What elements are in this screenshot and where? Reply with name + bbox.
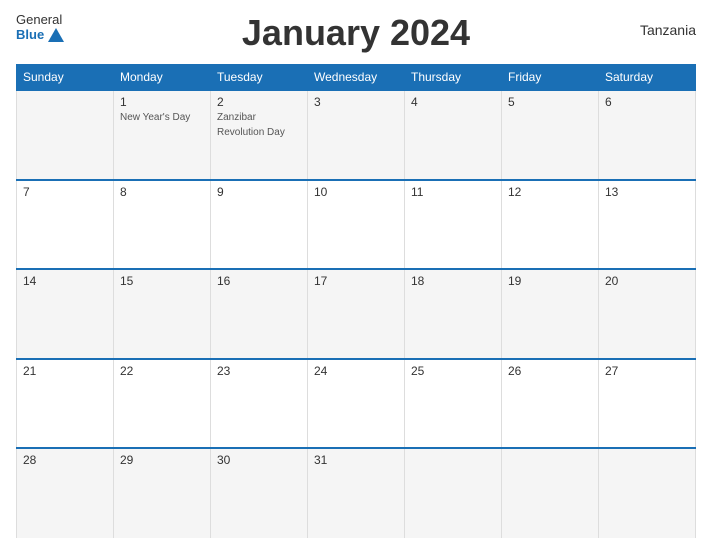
calendar-body: 1 New Year's Day 2 Zanzibar Revolution Day 3…: [17, 90, 696, 538]
header-tuesday: Tuesday: [211, 65, 308, 91]
day-number: 8: [120, 185, 204, 199]
day-number: 19: [508, 274, 592, 288]
day-number: 27: [605, 364, 689, 378]
calendar-week-row-4: 21 22 23 24 25 26 27: [17, 359, 696, 449]
calendar-cell: [502, 448, 599, 538]
calendar-cell: 5: [502, 90, 599, 180]
day-number: 23: [217, 364, 301, 378]
header-monday: Monday: [114, 65, 211, 91]
calendar-wrapper: General Blue January 2024 Tanzania Sunda…: [0, 0, 712, 550]
calendar-cell: 2 Zanzibar Revolution Day: [211, 90, 308, 180]
day-number: 1: [120, 95, 204, 109]
day-number: 22: [120, 364, 204, 378]
day-number: 4: [411, 95, 495, 109]
header-friday: Friday: [502, 65, 599, 91]
logo-blue: Blue: [16, 27, 64, 42]
day-number: 10: [314, 185, 398, 199]
day-number: 24: [314, 364, 398, 378]
calendar-cell: 12: [502, 180, 599, 270]
calendar-cell: 19: [502, 269, 599, 359]
day-number: 5: [508, 95, 592, 109]
calendar-cell: 16: [211, 269, 308, 359]
day-number: 2: [217, 95, 301, 109]
holiday-name: New Year's Day: [120, 112, 190, 123]
day-number: 29: [120, 453, 204, 467]
header-thursday: Thursday: [405, 65, 502, 91]
calendar-table: Sunday Monday Tuesday Wednesday Thursday…: [16, 64, 696, 538]
day-number: 12: [508, 185, 592, 199]
calendar-cell: 20: [599, 269, 696, 359]
day-number: 20: [605, 274, 689, 288]
calendar-cell: 14: [17, 269, 114, 359]
day-number: 25: [411, 364, 495, 378]
calendar-cell: 9: [211, 180, 308, 270]
calendar-cell: 4: [405, 90, 502, 180]
calendar-header: General Blue January 2024 Tanzania: [16, 12, 696, 54]
header-sunday: Sunday: [17, 65, 114, 91]
day-number: 18: [411, 274, 495, 288]
day-number: 7: [23, 185, 107, 199]
day-number: 6: [605, 95, 689, 109]
calendar-cell: [599, 448, 696, 538]
calendar-cell: 27: [599, 359, 696, 449]
day-number: 16: [217, 274, 301, 288]
calendar-cell: 8: [114, 180, 211, 270]
calendar-week-row-5: 28 29 30 31: [17, 448, 696, 538]
day-number: 15: [120, 274, 204, 288]
calendar-cell: 18: [405, 269, 502, 359]
calendar-cell: 23: [211, 359, 308, 449]
day-number: 31: [314, 453, 398, 467]
calendar-cell: 15: [114, 269, 211, 359]
header-wednesday: Wednesday: [308, 65, 405, 91]
day-number: 9: [217, 185, 301, 199]
calendar-title: January 2024: [242, 12, 470, 54]
calendar-cell: 10: [308, 180, 405, 270]
calendar-cell: 24: [308, 359, 405, 449]
country-label: Tanzania: [640, 22, 696, 38]
calendar-week-row-2: 789 10 11 12 13: [17, 180, 696, 270]
calendar-cell: 11: [405, 180, 502, 270]
calendar-cell: 7: [17, 180, 114, 270]
calendar-cell: 31: [308, 448, 405, 538]
header-saturday: Saturday: [599, 65, 696, 91]
calendar-cell: 26: [502, 359, 599, 449]
day-number: 17: [314, 274, 398, 288]
calendar-cell: 21: [17, 359, 114, 449]
calendar-cell: 1 New Year's Day: [114, 90, 211, 180]
calendar-cell: [405, 448, 502, 538]
logo-general: General: [16, 12, 62, 27]
logo: General Blue: [16, 12, 64, 42]
calendar-cell: 17: [308, 269, 405, 359]
day-number: 3: [314, 95, 398, 109]
day-number: 28: [23, 453, 107, 467]
logo-triangle-icon: [48, 28, 64, 42]
day-number: 11: [411, 185, 495, 199]
day-number: 30: [217, 453, 301, 467]
day-number: 26: [508, 364, 592, 378]
calendar-cell: 13: [599, 180, 696, 270]
calendar-cell: 25: [405, 359, 502, 449]
calendar-week-row-3: 14 15 16 17 18 19 20: [17, 269, 696, 359]
calendar-cell: 28: [17, 448, 114, 538]
day-number: 14: [23, 274, 107, 288]
calendar-cell: 29: [114, 448, 211, 538]
day-number: 21: [23, 364, 107, 378]
day-number: 13: [605, 185, 689, 199]
calendar-cell: [17, 90, 114, 180]
calendar-cell: 6: [599, 90, 696, 180]
calendar-cell: 22: [114, 359, 211, 449]
calendar-week-row-1: 1 New Year's Day 2 Zanzibar Revolution Day 3…: [17, 90, 696, 180]
weekday-header-row: Sunday Monday Tuesday Wednesday Thursday…: [17, 65, 696, 91]
calendar-cell: 3: [308, 90, 405, 180]
calendar-cell: 30: [211, 448, 308, 538]
holiday-name: Zanzibar Revolution Day: [217, 112, 285, 138]
